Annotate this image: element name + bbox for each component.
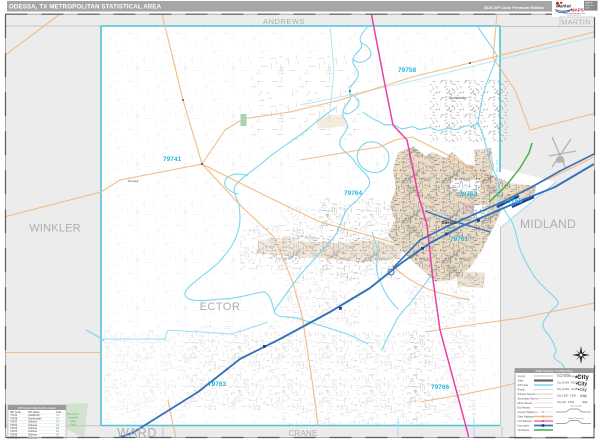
- svg-text:WINKLER: WINKLER: [29, 223, 81, 235]
- svg-text:79765: 79765: [504, 198, 522, 205]
- svg-text:79766: 79766: [431, 384, 449, 391]
- svg-text:Roads: Roads: [518, 389, 526, 392]
- svg-text:Odessa: Odessa: [441, 220, 457, 225]
- svg-text:79762: 79762: [459, 191, 477, 198]
- svg-text:US Highways: US Highways: [518, 420, 534, 423]
- svg-text:79764: 79764: [344, 190, 362, 197]
- svg-text:MSA/ZIP: MSA/ZIP: [585, 1, 594, 4]
- svg-text:MIDLAND: MIDLAND: [520, 217, 576, 231]
- svg-text:Sandhills: Sandhills: [68, 416, 79, 420]
- svg-text:•City: •City: [578, 387, 588, 392]
- svg-text:1-888-434-6277: 1-888-434-6277: [567, 15, 582, 17]
- svg-text:Under/Overpass: Under/Overpass: [568, 417, 585, 420]
- svg-text:2026 Odessa, TX MSA Map: 2026 Odessa, TX MSA Map: [535, 369, 572, 373]
- svg-text:ZIP Code Index/Grid Locator: ZIP Code Index/Grid Locator: [18, 406, 56, 410]
- svg-text:2026 ZIP Code Premium Edition: 2026 ZIP Code Premium Edition: [484, 5, 545, 10]
- svg-text:County: County: [518, 375, 527, 378]
- svg-text:Secondary Streets: Secondary Streets: [518, 398, 539, 401]
- svg-text:State: State: [518, 380, 524, 383]
- svg-text:City 2,500 - 9,999: City 2,500 - 9,999: [557, 395, 577, 398]
- svg-text:79758: 79758: [398, 67, 416, 74]
- svg-text:State: State: [70, 419, 77, 423]
- svg-text:Exit Ramps: Exit Ramps: [518, 407, 532, 410]
- svg-text:Park: Park: [70, 423, 76, 427]
- svg-text:State Highways: State Highways: [518, 416, 536, 419]
- svg-text:Primary Streets: Primary Streets: [518, 393, 536, 396]
- svg-text:MARTIN: MARTIN: [561, 17, 590, 26]
- svg-text:ECTOR: ECTOR: [200, 301, 241, 313]
- svg-text:CRANE: CRANE: [288, 429, 317, 438]
- svg-text:Gardendale: Gardendale: [449, 96, 466, 100]
- svg-text:79741: 79741: [163, 156, 181, 163]
- svg-text:City 10,000 - 24,999: City 10,000 - 24,999: [557, 388, 579, 391]
- svg-text:79761: 79761: [450, 236, 468, 243]
- svg-text:Toll Roads: Toll Roads: [518, 429, 530, 432]
- svg-text:MAPS: MAPS: [571, 7, 584, 12]
- svg-text:•City: •City: [582, 400, 588, 404]
- svg-text:Interstates: Interstates: [518, 425, 530, 428]
- svg-text:•City: •City: [580, 394, 587, 398]
- svg-text:ODESSA, TX METROPOLITAN STATIS: ODESSA, TX METROPOLITAN STATISTICAL AREA: [9, 4, 162, 11]
- svg-text:Minor Streets: Minor Streets: [518, 402, 534, 405]
- svg-text:•City: •City: [575, 374, 589, 381]
- svg-text:Interchange: Interchange: [570, 405, 582, 408]
- svg-text:Penwell: Penwell: [128, 179, 139, 183]
- svg-text:79763: 79763: [208, 381, 226, 388]
- svg-text:City 100 - 2,499: City 100 - 2,499: [557, 401, 575, 404]
- svg-text:Monahans: Monahans: [67, 412, 80, 416]
- svg-text:ZIP Code: ZIP Code: [518, 384, 529, 387]
- svg-text:Market: Market: [556, 3, 571, 8]
- svg-text:ANDREWS: ANDREWS: [263, 17, 305, 26]
